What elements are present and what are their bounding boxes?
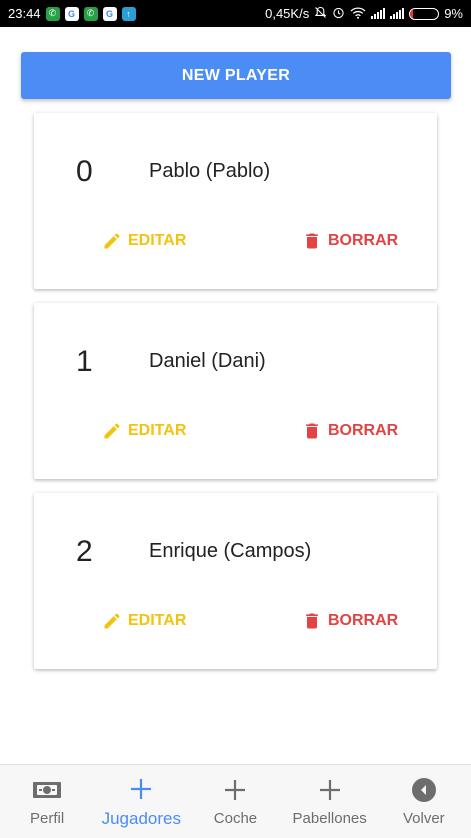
alarm-icon [332, 6, 345, 21]
pencil-icon [104, 613, 120, 629]
edit-button[interactable]: EDITAR [102, 228, 186, 254]
status-bar-right: 0,45K/s 9% [265, 6, 463, 21]
plus-icon [318, 776, 342, 804]
bottom-navigation: Perfil Jugadores Coche Pabellones Volver [0, 764, 471, 838]
delete-button[interactable]: BORRAR [302, 228, 398, 254]
signal-icon [390, 8, 405, 19]
delete-button[interactable]: BORRAR [302, 608, 398, 634]
nav-label: Perfil [30, 810, 65, 827]
pencil-icon [104, 423, 120, 439]
nav-item-coche[interactable]: Coche [188, 765, 282, 838]
wifi-icon [350, 6, 366, 21]
nav-label: Jugadores [101, 808, 181, 828]
trash-icon [306, 613, 318, 629]
battery-percent: 9% [444, 6, 463, 21]
delete-label: BORRAR [328, 422, 399, 439]
plus-icon [129, 775, 153, 803]
upload-icon: ↑ [121, 6, 136, 21]
player-card: 2 Enrique (Campos) EDITAR BORRAR [34, 493, 437, 669]
notifications-off-icon [314, 6, 327, 21]
delete-label: BORRAR [328, 232, 399, 249]
nav-label: Volver [402, 810, 445, 827]
player-card: 1 Daniel (Dani) EDITAR BORRAR [34, 303, 437, 479]
plus-icon [223, 776, 247, 804]
trash-icon [306, 233, 318, 249]
player-number: 2 [76, 535, 93, 568]
edit-button[interactable]: EDITAR [102, 608, 186, 634]
signal-icon [371, 8, 386, 19]
player-number: 0 [76, 155, 93, 188]
player-name: Pablo (Pablo) [149, 160, 271, 182]
nav-label: Pabellones [292, 810, 367, 827]
new-player-button[interactable]: NEW PLAYER [21, 52, 451, 99]
status-bar: 23:44 ✆ G ✆ G ↑ 0,45K/s 9% [0, 0, 471, 27]
pencil-icon [104, 233, 120, 249]
battery-fill [410, 8, 413, 19]
network-speed: 0,45K/s [265, 6, 310, 21]
battery-icon [409, 7, 440, 20]
player-name: Daniel (Dani) [149, 350, 266, 372]
player-name: Enrique (Campos) [149, 540, 312, 562]
clock: 23:44 [8, 6, 41, 21]
money-icon [32, 776, 62, 804]
edit-button[interactable]: EDITAR [102, 418, 186, 444]
edit-label: EDITAR [128, 422, 187, 439]
nav-item-volver[interactable]: Volver [377, 765, 471, 838]
player-number: 1 [76, 345, 93, 378]
player-card: 0 Pablo (Pablo) EDITAR BORRAR [34, 113, 437, 289]
nav-item-jugadores[interactable]: Jugadores [94, 765, 188, 838]
nav-label: Coche [213, 810, 258, 827]
whatsapp-icon: ✆ [45, 6, 60, 21]
edit-label: EDITAR [128, 232, 187, 249]
delete-label: BORRAR [328, 612, 399, 629]
status-bar-left: 23:44 ✆ G ✆ G ↑ [8, 6, 136, 21]
back-circle-icon [411, 776, 437, 804]
whatsapp-icon: ✆ [83, 6, 98, 21]
trash-icon [306, 423, 318, 439]
edit-label: EDITAR [128, 612, 187, 629]
nav-item-pabellones[interactable]: Pabellones [283, 765, 377, 838]
delete-button[interactable]: BORRAR [302, 418, 398, 444]
google-icon: G [64, 6, 79, 21]
nav-item-perfil[interactable]: Perfil [0, 765, 94, 838]
google-icon: G [102, 6, 117, 21]
